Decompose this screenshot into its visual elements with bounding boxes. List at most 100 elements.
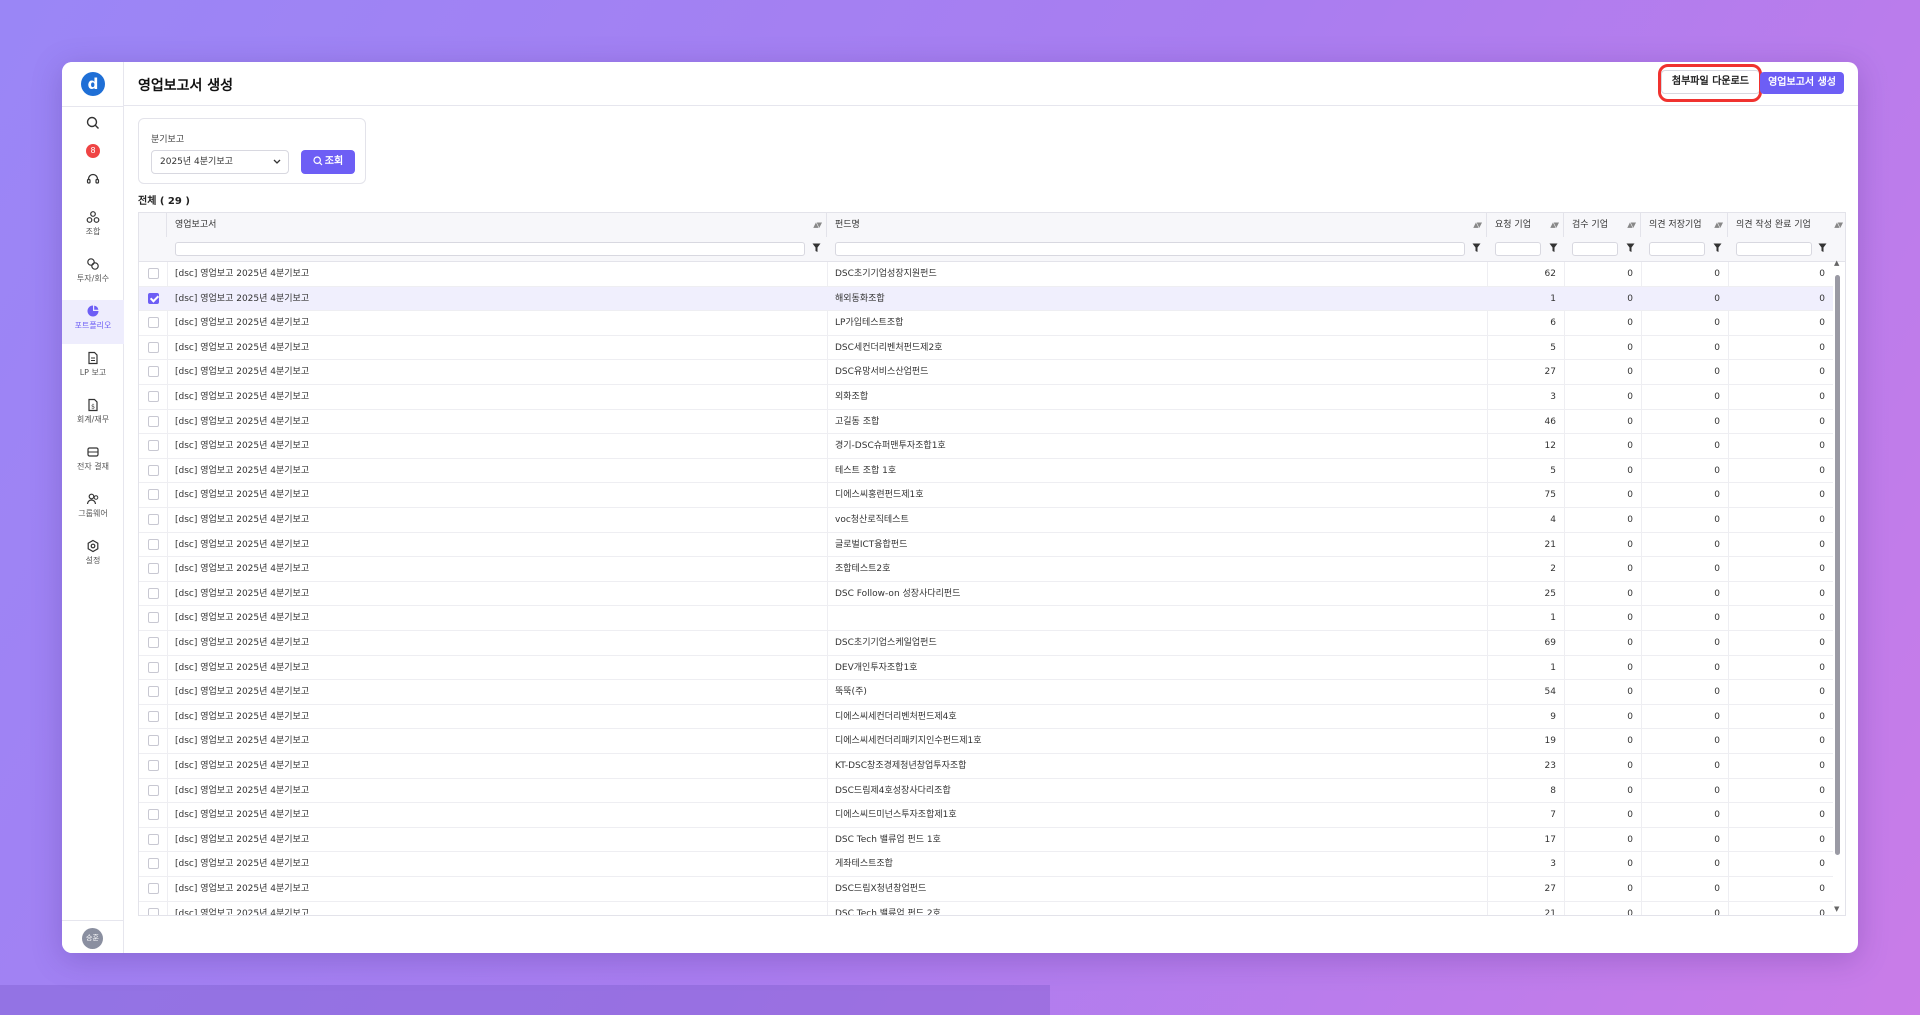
row-checkbox[interactable] bbox=[148, 833, 159, 845]
filter-icon[interactable] bbox=[1713, 243, 1722, 253]
sort-icon[interactable]: ▲▼ bbox=[813, 213, 822, 237]
table-row[interactable]: [dsc] 영업보고 2025년 4분기보고 뚝뚝(주) 54 0 0 0 bbox=[139, 680, 1833, 705]
row-checkbox[interactable] bbox=[148, 415, 159, 427]
row-checkbox[interactable] bbox=[148, 686, 159, 698]
row-checkbox[interactable] bbox=[148, 514, 159, 525]
filter-input[interactable] bbox=[835, 242, 1465, 256]
table-row[interactable]: [dsc] 영업보고 2025년 4분기보고 DSC세컨더리벤처펀드제2호 5 0 0 0 bbox=[139, 336, 1833, 361]
row-checkbox[interactable] bbox=[148, 710, 159, 722]
filter-icon[interactable] bbox=[1472, 243, 1481, 253]
table-row[interactable]: [dsc] 영업보고 2025년 4분기보고 글로벌ICT융합펀드 21 0 0 0 bbox=[139, 533, 1833, 558]
nav-item-groupware[interactable]: 그룹웨어 bbox=[62, 488, 124, 532]
column-header-requested[interactable]: 요청 기업 ▲▼ bbox=[1487, 213, 1564, 237]
table-row[interactable]: [dsc] 영업보고 2025년 4분기보고 외화조합 3 0 0 0 bbox=[139, 385, 1833, 410]
column-header-report[interactable]: 영업보고서 ▲▼ bbox=[167, 213, 827, 237]
column-header-reviewed[interactable]: 검수 기업 ▲▼ bbox=[1564, 213, 1641, 237]
table-row[interactable]: [dsc] 영업보고 2025년 4분기보고 DEV개인투자조합1호 1 0 0 0 bbox=[139, 656, 1833, 681]
filter-input[interactable] bbox=[1572, 242, 1618, 256]
table-row[interactable]: [dsc] 영업보고 2025년 4분기보고 DSC Follow-on 성장사다… bbox=[139, 582, 1833, 607]
sort-icon[interactable]: ▲▼ bbox=[1627, 213, 1636, 237]
nav-item-investment[interactable]: 투자/회수 bbox=[62, 253, 124, 297]
notification-badge[interactable]: 8 bbox=[86, 144, 100, 158]
sort-icon[interactable]: ▲▼ bbox=[1550, 213, 1559, 237]
table-row[interactable]: [dsc] 영업보고 2025년 4분기보고 경기-DSC슈퍼맨투자조합1호 12 0… bbox=[139, 434, 1833, 459]
filter-icon[interactable] bbox=[1626, 243, 1635, 253]
row-checkbox[interactable] bbox=[148, 760, 159, 771]
table-row[interactable]: [dsc] 영업보고 2025년 4분기보고 DSC드림제4호성장사다리조합 8 0 0… bbox=[139, 779, 1833, 804]
sort-icon[interactable]: ▲▼ bbox=[1834, 213, 1843, 237]
search-icon[interactable] bbox=[62, 116, 124, 130]
table-row[interactable]: [dsc] 영업보고 2025년 4분기보고 고길동 조합 46 0 0 0 bbox=[139, 410, 1833, 435]
row-checkbox[interactable] bbox=[148, 268, 159, 279]
row-checkbox[interactable] bbox=[148, 612, 159, 624]
row-checkbox[interactable] bbox=[148, 391, 159, 402]
column-header-opinion-done[interactable]: 의견 작성 완료 기업 ▲▼ bbox=[1728, 213, 1845, 237]
table-row[interactable]: [dsc] 영업보고 2025년 4분기보고 테스트 조합 1호 5 0 0 0 bbox=[139, 459, 1833, 484]
scroll-down-icon[interactable]: ▼ bbox=[1834, 905, 1839, 913]
nav-item-portfolio[interactable]: 포트폴리오 bbox=[62, 300, 124, 344]
row-checkbox[interactable] bbox=[148, 784, 159, 796]
nav-item-cluster[interactable]: 조합 bbox=[62, 206, 124, 250]
sort-icon[interactable]: ▲▼ bbox=[1473, 213, 1482, 237]
row-checkbox[interactable] bbox=[148, 637, 159, 648]
row-checkbox[interactable] bbox=[148, 366, 159, 378]
row-checkbox[interactable] bbox=[148, 538, 159, 550]
row-checkbox[interactable] bbox=[148, 735, 159, 747]
row-checkbox[interactable] bbox=[148, 489, 159, 501]
table-row[interactable]: [dsc] 영업보고 2025년 4분기보고 조합테스트2호 2 0 0 0 bbox=[139, 557, 1833, 582]
search-button[interactable]: 조회 bbox=[301, 150, 355, 174]
scrollbar-thumb[interactable] bbox=[1835, 275, 1840, 855]
scroll-up-icon[interactable]: ▲ bbox=[1834, 259, 1839, 267]
row-checkbox[interactable] bbox=[148, 883, 159, 894]
row-checkbox[interactable] bbox=[148, 317, 159, 329]
table-row[interactable]: [dsc] 영업보고 2025년 4분기보고 LP가입테스트조합 6 0 0 0 bbox=[139, 311, 1833, 336]
nav-item-approval[interactable]: 전자 결재 bbox=[62, 441, 124, 485]
table-row[interactable]: [dsc] 영업보고 2025년 4분기보고 DSC초기기업성장지원펀드 62 0 0 0 bbox=[139, 262, 1833, 287]
column-header-fund[interactable]: 펀드명 ▲▼ bbox=[827, 213, 1487, 237]
create-report-button[interactable]: 영업보고서 생성 bbox=[1760, 72, 1844, 94]
row-checkbox[interactable] bbox=[148, 661, 159, 673]
row-checkbox[interactable] bbox=[148, 587, 159, 599]
nav-item-accounting[interactable]: $ 회계/재무 bbox=[62, 394, 124, 438]
table-row[interactable]: [dsc] 영업보고 2025년 4분기보고 DSC초기기업스케일업펀드 69 0 0 0 bbox=[139, 631, 1833, 656]
filter-input[interactable] bbox=[1736, 242, 1812, 256]
filter-input[interactable] bbox=[175, 242, 805, 256]
sort-icon[interactable]: ▲▼ bbox=[1714, 213, 1723, 237]
attachment-download-button[interactable]: 첨부파일 다운로드 bbox=[1660, 70, 1760, 94]
row-checkbox[interactable] bbox=[148, 907, 159, 915]
nav-item-lp-report[interactable]: LP 보고 bbox=[62, 347, 124, 391]
table-row[interactable]: [dsc] 영업보고 2025년 4분기보고 해외동화조합 1 0 0 0 bbox=[139, 286, 1833, 312]
table-row[interactable]: [dsc] 영업보고 2025년 4분기보고 디에스씨드미넌스투자조합제1호 7 0 0… bbox=[139, 803, 1833, 828]
row-checkbox[interactable] bbox=[148, 858, 159, 870]
filter-icon[interactable] bbox=[1549, 243, 1558, 253]
avatar[interactable]: 승훈 bbox=[82, 928, 103, 949]
filter-input[interactable] bbox=[1495, 242, 1541, 256]
row-checkbox[interactable] bbox=[148, 563, 159, 575]
table-row[interactable]: [dsc] 영업보고 2025년 4분기보고 1 0 0 0 bbox=[139, 606, 1833, 631]
row-checkbox[interactable] bbox=[148, 341, 159, 353]
logo-icon[interactable]: d bbox=[81, 72, 105, 96]
vertical-scrollbar[interactable]: ▲ ▼ bbox=[1833, 259, 1843, 915]
cell-opinion-done: 0 bbox=[1819, 687, 1825, 698]
table-row[interactable]: [dsc] 영업보고 2025년 4분기보고 DSC Tech 밸류업 펀드 2호… bbox=[139, 902, 1833, 915]
table-row[interactable]: [dsc] 영업보고 2025년 4분기보고 DSC유망서비스산업펀드 27 0 0 0 bbox=[139, 360, 1833, 385]
nav-item-settings[interactable]: 설정 bbox=[62, 535, 124, 579]
quarter-select[interactable]: 2025년 4분기보고 bbox=[151, 150, 289, 174]
table-row[interactable]: [dsc] 영업보고 2025년 4분기보고 디에스씨홍련펀드제1호 75 0 0 0 bbox=[139, 483, 1833, 508]
table-row[interactable]: [dsc] 영업보고 2025년 4분기보고 DSC드림X청년창업펀드 27 0 0 0 bbox=[139, 877, 1833, 902]
headset-icon[interactable] bbox=[62, 172, 124, 186]
filter-icon[interactable] bbox=[1818, 243, 1827, 253]
row-checkbox[interactable] bbox=[148, 292, 159, 304]
table-row[interactable]: [dsc] 영업보고 2025년 4분기보고 DSC Tech 밸류업 펀드 1호… bbox=[139, 828, 1833, 853]
column-header-opinion-saved[interactable]: 의견 저장기업 ▲▼ bbox=[1641, 213, 1728, 237]
row-checkbox[interactable] bbox=[148, 809, 159, 821]
table-row[interactable]: [dsc] 영업보고 2025년 4분기보고 디에스씨세컨더리패키지인수펀드제1호… bbox=[139, 729, 1833, 754]
table-row[interactable]: [dsc] 영업보고 2025년 4분기보고 voc청산로직테스트 4 0 0 0 bbox=[139, 508, 1833, 533]
filter-input[interactable] bbox=[1649, 242, 1705, 256]
row-checkbox[interactable] bbox=[148, 464, 159, 476]
table-row[interactable]: [dsc] 영업보고 2025년 4분기보고 게좌테스트조합 3 0 0 0 bbox=[139, 852, 1833, 877]
table-row[interactable]: [dsc] 영업보고 2025년 4분기보고 디에스씨세컨더리벤처펀드제4호 9 0 0… bbox=[139, 705, 1833, 730]
table-row[interactable]: [dsc] 영업보고 2025년 4분기보고 KT-DSC창조경제청년창업투자조합… bbox=[139, 754, 1833, 779]
row-checkbox[interactable] bbox=[148, 440, 159, 452]
filter-icon[interactable] bbox=[812, 243, 821, 253]
